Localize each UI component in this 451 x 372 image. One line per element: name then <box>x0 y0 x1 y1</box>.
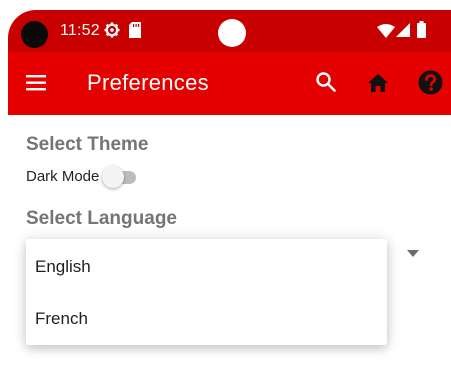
settings-icon <box>104 22 120 38</box>
sd-card-icon <box>129 22 141 38</box>
app-bar: Preferences <box>8 52 451 115</box>
dark-mode-label: Dark Mode <box>26 168 100 185</box>
select-language-heading: Select Language <box>26 208 177 229</box>
language-option-english[interactable]: English <box>26 241 387 293</box>
switch-thumb <box>102 166 124 188</box>
menu-icon[interactable] <box>26 72 48 94</box>
language-option-french[interactable]: French <box>26 293 387 345</box>
language-dropdown-menu: English French <box>26 239 387 345</box>
status-bar: 11:52 <box>8 10 451 52</box>
signal-icon <box>396 23 410 37</box>
page-title: Preferences <box>87 70 209 95</box>
help-icon[interactable] <box>418 70 443 95</box>
dropdown-arrow-icon[interactable] <box>407 250 419 257</box>
select-theme-heading: Select Theme <box>26 134 149 155</box>
phone-screen: 11:52 Preferences Select Theme Dark Mode… <box>8 10 451 372</box>
battery-icon <box>417 21 426 38</box>
home-icon[interactable] <box>366 71 390 95</box>
camera-cutout <box>21 21 48 48</box>
status-time: 11:52 <box>60 22 100 39</box>
search-icon[interactable] <box>314 70 338 94</box>
camera-dot <box>218 19 246 47</box>
dark-mode-switch[interactable] <box>102 165 140 189</box>
wifi-icon <box>377 24 395 38</box>
